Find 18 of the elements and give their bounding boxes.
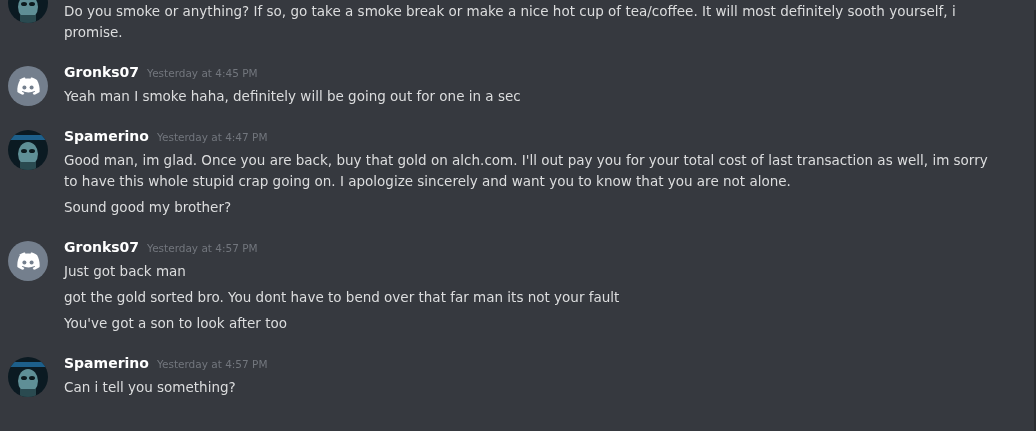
message-text: Good man, im glad. Once you are back, buy that gold on alch.com. I'll out pay you for your total cost of last transaction as well, im sorry to have this whole stupid crap going on. I apologize sincerely and want you to know that you are not alone. <box>64 151 989 191</box>
discord-avatar-icon[interactable] <box>8 66 48 106</box>
message-text: Just got back man <box>64 262 187 281</box>
message-text: Sound good my brother? <box>64 198 233 217</box>
username[interactable]: Spamerino <box>64 128 149 144</box>
message-text: got the gold sorted bro. You dont have to bend over that far man its not your fault <box>64 288 621 307</box>
timestamp: Yesterday at 4:47 PM <box>156 131 268 143</box>
discord-avatar-icon[interactable] <box>8 241 48 281</box>
timestamp: Yesterday at 4:57 PM <box>147 242 258 254</box>
message-text: You've got a son to look after too <box>64 314 288 333</box>
username[interactable]: Spamerino <box>64 355 149 371</box>
timestamp: Yesterday at 4:45 PM <box>147 67 258 79</box>
message-text: Yeah man I smoke haha, definitely will be going out for one in a sec <box>64 87 522 106</box>
message-text: Do you smoke or anything? If so, go take a smoke break or make a nice hot cup of tea/coffee. It will most definitely sooth yourself, i promise. <box>64 2 957 42</box>
message-text: Can i tell you something? <box>64 378 237 397</box>
username[interactable]: Gronks07 <box>64 64 140 80</box>
timestamp: Yesterday at 4:57 PM <box>156 358 268 370</box>
username[interactable]: Gronks07 <box>64 239 140 255</box>
